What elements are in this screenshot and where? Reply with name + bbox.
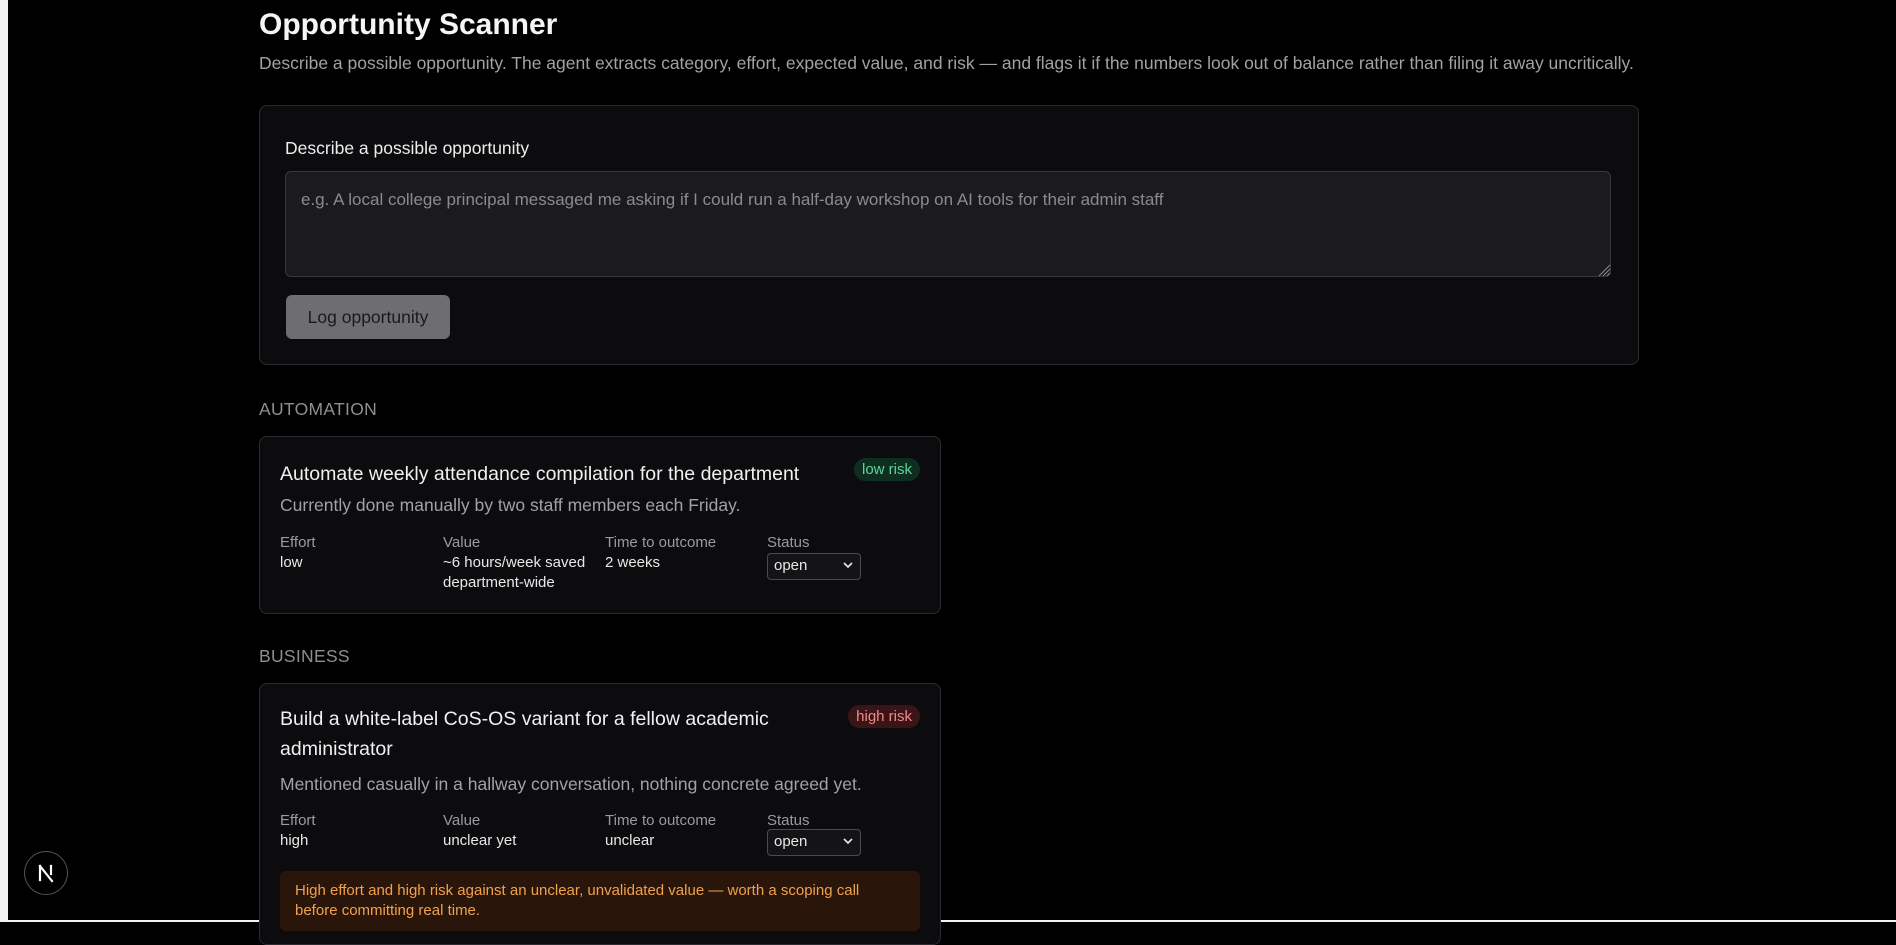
section-title-automation: AUTOMATION: [259, 399, 378, 419]
opportunity-card: Automate weekly attendance compilation f…: [259, 436, 941, 614]
effort-field: Effort low: [280, 533, 316, 573]
section-title-business: BUSINESS: [259, 646, 350, 666]
status-field: Status: [767, 811, 810, 831]
status-label: Status: [767, 534, 810, 551]
opportunity-title: Automate weekly attendance compilation f…: [280, 463, 800, 485]
opportunity-title-line: Build a white-label CoS-OS variant for a…: [280, 708, 769, 730]
value-line: ~6 hours/week saved: [443, 554, 586, 571]
warning-line: before committing real time.: [295, 902, 481, 919]
nextjs-logo-icon: [38, 864, 54, 883]
effort-field: Effort high: [280, 811, 316, 851]
value-line: department-wide: [443, 574, 555, 591]
window-left-edge: [0, 0, 8, 922]
value-label: Value: [443, 812, 481, 829]
effort-label: Effort: [280, 812, 316, 829]
time-label: Time to outcome: [605, 534, 717, 551]
time-label: Time to outcome: [605, 812, 717, 829]
effort-value: low: [280, 554, 303, 571]
chevron-down-icon: [843, 838, 853, 845]
value-field: Value ~6 hours/week saved department-wid…: [443, 533, 585, 593]
opportunity-form: Describe a possible opportunity e.g. A l…: [259, 105, 1639, 365]
status-selected-value: open: [774, 557, 808, 574]
time-field: Time to outcome 2 weeks: [605, 533, 716, 573]
description-label: Describe a possible opportunity: [285, 138, 530, 158]
opportunity-title-line: administrator: [280, 738, 393, 760]
status-select[interactable]: open: [767, 553, 861, 580]
value-field: Value unclear yet: [443, 811, 516, 851]
risk-badge: high risk: [848, 705, 920, 728]
effort-label: Effort: [280, 534, 316, 551]
page-subtitle: Describe a possible opportunity. The age…: [259, 53, 1634, 73]
opportunity-description: Currently done manually by two staff mem…: [280, 495, 741, 515]
risk-badge: low risk: [853, 458, 920, 481]
opportunity-description: Mentioned casually in a hallway conversa…: [280, 774, 862, 794]
resize-grip-icon[interactable]: [1597, 263, 1611, 277]
time-value: 2 weeks: [605, 554, 661, 571]
value-label: Value: [443, 534, 481, 551]
effort-value: high: [280, 832, 309, 849]
log-opportunity-button[interactable]: Log opportunity: [286, 295, 450, 339]
status-label: Status: [767, 812, 810, 829]
balance-warning: High effort and high risk against an unc…: [280, 871, 920, 931]
time-value: unclear: [605, 832, 655, 849]
nextjs-dev-indicator-button[interactable]: [24, 851, 68, 895]
status-select[interactable]: open: [767, 829, 861, 856]
chevron-down-icon: [843, 562, 853, 569]
page-title: Opportunity Scanner: [259, 8, 558, 41]
status-field: Status: [767, 533, 810, 553]
time-field: Time to outcome unclear: [605, 811, 716, 851]
value-line: unclear yet: [443, 832, 517, 849]
status-selected-value: open: [774, 833, 808, 850]
opportunity-card: Build a white-label CoS-OS variant for a…: [259, 683, 941, 945]
warning-line: High effort and high risk against an unc…: [295, 882, 860, 899]
description-textarea[interactable]: e.g. A local college principal messaged …: [285, 171, 1611, 277]
